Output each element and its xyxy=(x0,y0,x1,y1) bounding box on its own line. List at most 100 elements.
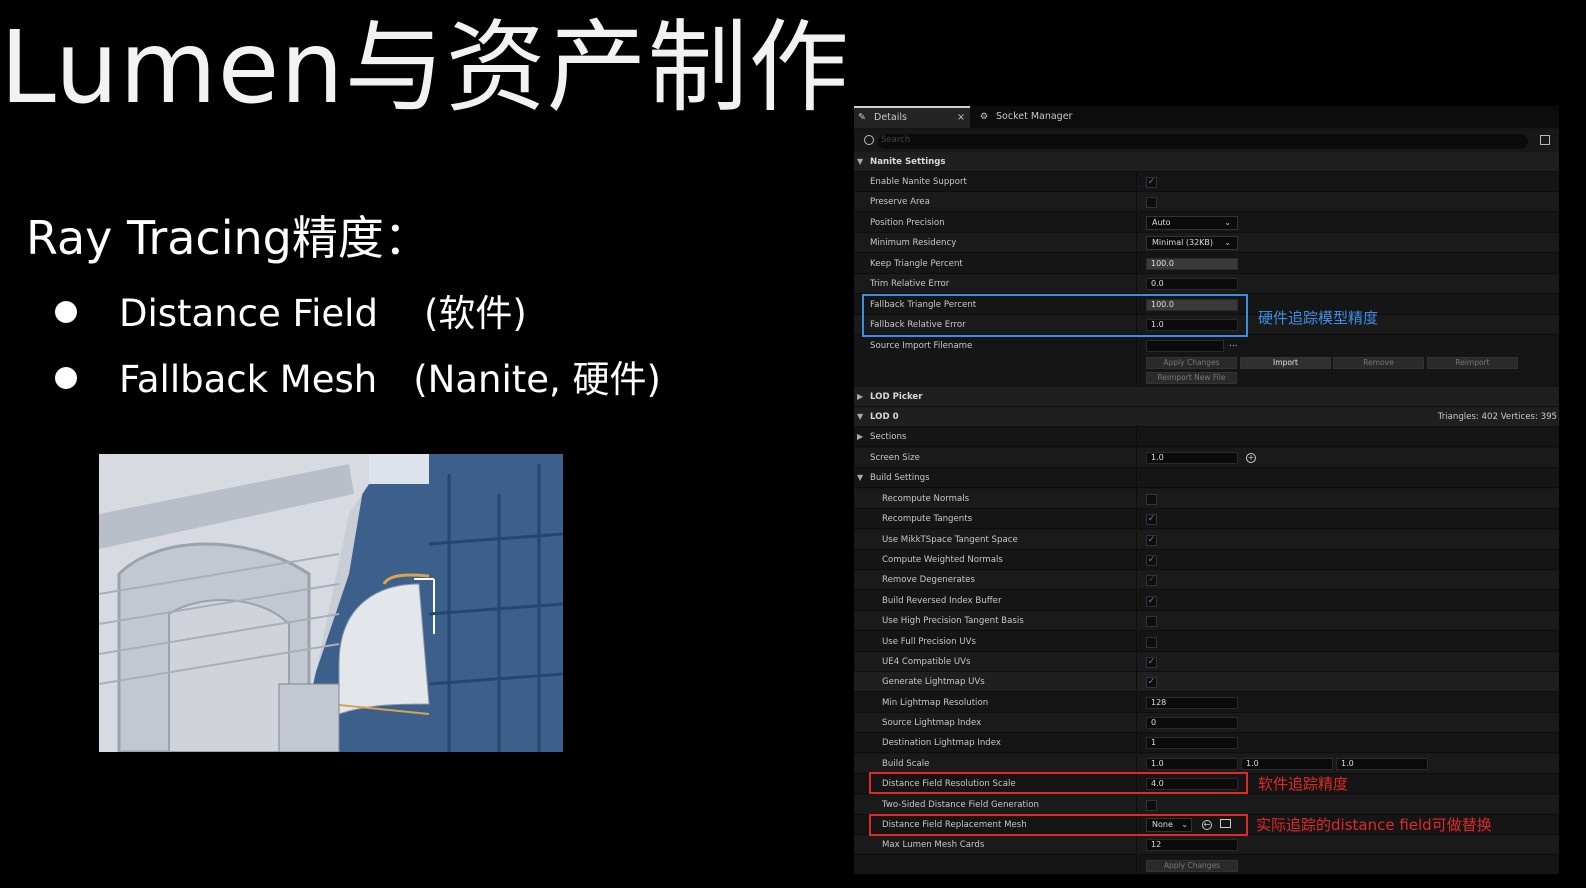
row-label: UE4 Compatible UVs xyxy=(882,657,971,667)
weighted-normals-checkbox[interactable]: ✓ xyxy=(1146,555,1157,566)
row-build-scale: Build Scale 1.0 1.0 1.0 xyxy=(854,754,1559,774)
reimport-button[interactable]: Reimport xyxy=(1427,357,1518,369)
row-label: Minimum Residency xyxy=(870,238,957,248)
search-icon xyxy=(864,135,874,145)
recompute-tangents-checkbox[interactable]: ✓ xyxy=(1146,514,1157,525)
chevron-down-icon: ⌄ xyxy=(1224,218,1231,227)
remove-button[interactable]: Remove xyxy=(1333,357,1424,369)
keep-triangle-percent-input[interactable]: 100.0 xyxy=(1146,258,1238,270)
row-preserve-area: Preserve Area xyxy=(854,192,1559,212)
row-label: Recompute Normals xyxy=(882,494,970,504)
row-label: Build Reversed Index Buffer xyxy=(882,596,1002,606)
bullet-name: Fallback Mesh xyxy=(119,358,378,401)
replacement-mesh-note: 实际追踪的distance field可做替换 xyxy=(1256,816,1492,834)
source-lightmap-index-input[interactable]: 0 xyxy=(1146,717,1238,729)
nanite-action-buttons: Apply Changes Import Remove Reimport Rei… xyxy=(854,356,1559,388)
max-lumen-mesh-cards-input[interactable]: 12 xyxy=(1146,839,1238,851)
apply-changes-button[interactable]: Apply Changes xyxy=(1146,357,1237,369)
screen-size-input[interactable]: 1.0 xyxy=(1146,452,1238,464)
mikkt-checkbox[interactable]: ✓ xyxy=(1146,535,1157,546)
tab-socket-manager-label: Socket Manager xyxy=(996,111,1073,122)
row-recompute-normals: Recompute Normals xyxy=(854,489,1559,509)
row-label: Position Precision xyxy=(870,218,945,228)
reversed-index-checkbox[interactable]: ✓ xyxy=(1146,596,1157,607)
build-scale-y-input[interactable]: 1.0 xyxy=(1241,758,1333,770)
min-lightmap-resolution-input[interactable]: 128 xyxy=(1146,697,1238,709)
row-remove-degenerates: Remove Degenerates ✓ xyxy=(854,570,1559,590)
build-scale-x-input[interactable]: 1.0 xyxy=(1146,758,1238,770)
expanded-arrow-icon: ▼ xyxy=(857,157,864,166)
build-apply-changes-button[interactable]: Apply Changes xyxy=(1146,860,1238,872)
trim-relative-error-input[interactable]: 0.0 xyxy=(1146,278,1238,290)
position-precision-dropdown[interactable]: Auto ⌄ xyxy=(1146,216,1238,230)
section-lod-picker[interactable]: ▶ LOD Picker xyxy=(854,387,1559,407)
add-icon[interactable]: + xyxy=(1246,453,1256,463)
row-enable-nanite: Enable Nanite Support ✓ xyxy=(854,172,1559,192)
row-high-precision-tangent: Use High Precision Tangent Basis xyxy=(854,611,1559,631)
ue4-compatible-uvs-checkbox[interactable]: ✓ xyxy=(1146,657,1157,668)
tab-socket-manager[interactable]: ⚙ Socket Manager xyxy=(978,106,1118,128)
row-ue4-compatible-uvs: UE4 Compatible UVs ✓ xyxy=(854,652,1559,672)
enable-nanite-checkbox[interactable]: ✓ xyxy=(1146,177,1157,188)
remove-degenerates-checkbox[interactable]: ✓ xyxy=(1146,575,1157,586)
row-generate-lightmap-uvs: Generate Lightmap UVs ✓ xyxy=(854,672,1559,692)
replacement-mesh-highlight xyxy=(869,814,1248,836)
slide-title: Lumen与资产制作 xyxy=(0,9,850,126)
software-precision-note: 软件追踪精度 xyxy=(1258,775,1349,793)
import-button[interactable]: Import xyxy=(1240,357,1331,369)
row-label: Trim Relative Error xyxy=(870,279,950,289)
section-nanite-settings[interactable]: ▼ Nanite Settings xyxy=(854,152,1559,172)
row-recompute-tangents: Recompute Tangents ✓ xyxy=(854,509,1559,529)
row-label: Keep Triangle Percent xyxy=(870,259,963,269)
row-source-import: Source Import Filename ... Apply Changes… xyxy=(854,336,1559,388)
row-label: Enable Nanite Support xyxy=(870,177,967,187)
row-label: Preserve Area xyxy=(870,197,930,207)
panel-tab-bar: ✎ Details × ⚙ Socket Manager xyxy=(854,106,1559,128)
section-label: Nanite Settings xyxy=(870,157,946,167)
row-label: Compute Weighted Normals xyxy=(882,555,1003,565)
hardware-precision-note: 硬件追踪模型精度 xyxy=(1258,309,1379,327)
destination-lightmap-index-input[interactable]: 1 xyxy=(1146,737,1238,749)
build-scale-z-input[interactable]: 1.0 xyxy=(1336,758,1428,770)
section-label: LOD Picker xyxy=(870,392,923,402)
row-two-sided-distance-field: Two-Sided Distance Field Generation xyxy=(854,795,1559,815)
row-destination-lightmap-index: Destination Lightmap Index 1 xyxy=(854,733,1559,753)
browse-button[interactable]: ... xyxy=(1229,339,1238,349)
details-panel: ✎ Details × ⚙ Socket Manager Search ▼ Na… xyxy=(854,106,1559,874)
reimport-new-file-button[interactable]: Reimport New File xyxy=(1146,372,1237,384)
bullet-note: (软件) xyxy=(423,292,527,335)
row-label: Remove Degenerates xyxy=(882,575,975,585)
row-label: Min Lightmap Resolution xyxy=(882,698,989,708)
source-import-filename-input[interactable] xyxy=(1146,340,1224,352)
row-label: Two-Sided Distance Field Generation xyxy=(882,800,1039,810)
recompute-normals-checkbox[interactable] xyxy=(1146,494,1157,505)
generate-lightmap-uvs-checkbox[interactable]: ✓ xyxy=(1146,677,1157,688)
row-label: Max Lumen Mesh Cards xyxy=(882,840,985,850)
two-sided-distance-field-checkbox[interactable] xyxy=(1146,800,1157,811)
row-label: Source Lightmap Index xyxy=(882,718,982,728)
section-build-settings[interactable]: ▼ Build Settings xyxy=(854,468,1559,488)
row-keep-triangle-percent: Keep Triangle Percent 100.0 xyxy=(854,254,1559,274)
preserve-area-checkbox[interactable] xyxy=(1146,197,1157,208)
tab-details[interactable]: ✎ Details × xyxy=(854,106,970,128)
high-precision-tangent-checkbox[interactable] xyxy=(1146,616,1157,627)
row-sections[interactable]: ▶ Sections xyxy=(854,427,1559,447)
row-label: Screen Size xyxy=(870,453,920,463)
row-label: Source Import Filename xyxy=(870,341,973,351)
full-precision-uvs-checkbox[interactable] xyxy=(1146,637,1157,648)
row-full-precision-uvs: Use Full Precision UVs xyxy=(854,632,1559,652)
row-min-lightmap-resolution: Min Lightmap Resolution 128 xyxy=(854,693,1559,713)
row-build-apply: Apply Changes xyxy=(854,856,1559,874)
row-minimum-residency: Minimum Residency Minimal (32KB) ⌄ xyxy=(854,233,1559,253)
close-icon[interactable]: × xyxy=(957,108,965,128)
search-input[interactable]: Search xyxy=(878,134,1528,149)
row-screen-size: Screen Size 1.0 + xyxy=(854,448,1559,468)
search-row: Search xyxy=(854,130,1559,154)
socket-icon: ⚙ xyxy=(980,112,989,122)
row-max-lumen-mesh-cards: Max Lumen Mesh Cards 12 xyxy=(854,835,1559,855)
minimum-residency-dropdown[interactable]: Minimal (32KB) ⌄ xyxy=(1146,236,1238,250)
grid-view-icon[interactable] xyxy=(1540,135,1550,145)
row-weighted-normals: Compute Weighted Normals ✓ xyxy=(854,550,1559,570)
lod0-stats: Triangles: 402 Vertices: 395 xyxy=(1437,412,1557,422)
section-lod0[interactable]: ▼ LOD 0 Triangles: 402 Vertices: 395 xyxy=(854,407,1559,427)
